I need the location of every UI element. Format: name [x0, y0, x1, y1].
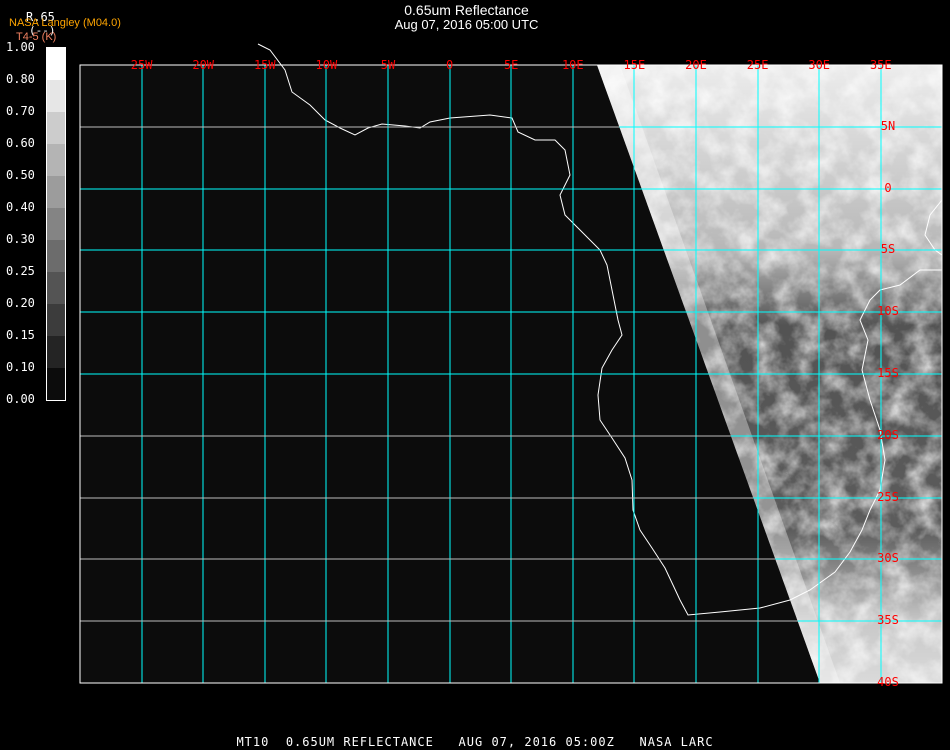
- latitude-label: 20S: [877, 427, 899, 442]
- latitude-label: 5N: [880, 118, 896, 133]
- longitude-label: 25E: [746, 58, 769, 72]
- latitude-label: 5S: [880, 242, 896, 257]
- longitude-label: 5E: [503, 58, 519, 72]
- longitude-label: 15E: [623, 58, 646, 72]
- longitude-label: 30E: [808, 58, 831, 72]
- longitude-label: 0: [445, 58, 454, 72]
- longitude-label: 35E: [869, 58, 892, 72]
- footer-product: 0.65UM REFLECTANCE: [285, 735, 434, 749]
- latitude-label: 25S: [877, 489, 899, 504]
- footer-source: NASA LARC: [639, 735, 714, 749]
- longitude-label: 20E: [685, 58, 707, 72]
- longitude-label: 10W: [315, 58, 338, 72]
- footer-datetime: AUG 07, 2016 05:00Z: [458, 735, 615, 749]
- latitude-label: 40S: [877, 675, 899, 689]
- latitude-label: 0: [884, 180, 892, 195]
- longitude-label: 5W: [380, 58, 396, 72]
- longitude-label: 20W: [192, 58, 215, 72]
- footer-caption: MT10 0.65UM REFLECTANCE AUG 07, 2016 05:…: [0, 735, 950, 749]
- satellite-map: [79, 43, 943, 684]
- longitude-label: 15W: [253, 58, 276, 72]
- latitude-label: 30S: [877, 551, 899, 566]
- latitude-label: 15S: [877, 366, 899, 380]
- longitude-label: 25W: [130, 58, 153, 72]
- latitude-label: 10S: [877, 304, 899, 319]
- longitude-label: 10E: [561, 58, 584, 72]
- footer-satellite: MT10: [236, 735, 270, 749]
- latitude-label: 35S: [877, 613, 899, 628]
